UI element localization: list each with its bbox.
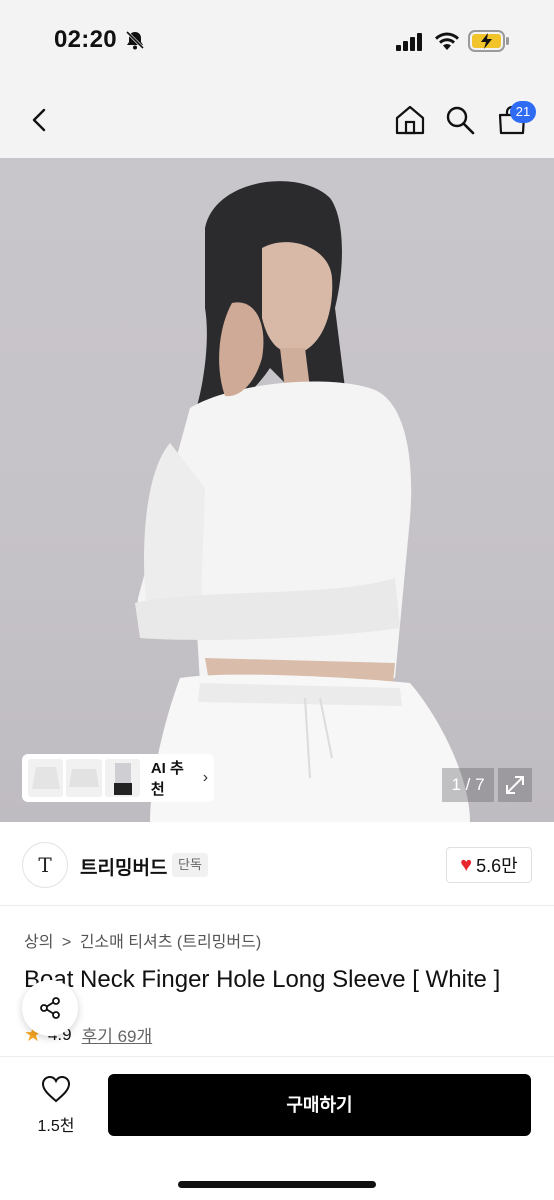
bell-slash-icon — [125, 30, 145, 50]
brand-like-button[interactable]: ♥ 5.6만 — [446, 847, 532, 883]
breadcrumb-category[interactable]: 상의 — [24, 934, 53, 951]
review-count-link[interactable]: 후기 69개 — [82, 1022, 153, 1047]
status-time: 02:20 — [54, 26, 117, 53]
cart-count-badge: 21 — [510, 101, 536, 123]
recommend-thumbnail — [28, 759, 64, 797]
heart-outline-icon — [41, 1075, 71, 1103]
bottom-action-bar: 1.5천 구매하기 — [0, 1056, 554, 1200]
recommend-thumbnail — [66, 759, 102, 797]
home-icon[interactable] — [394, 104, 426, 136]
battery-charging-icon — [468, 30, 509, 52]
recommend-thumbnail — [104, 759, 140, 797]
wifi-icon — [435, 32, 459, 50]
brand-like-count: 5.6만 — [476, 856, 518, 876]
share-icon — [40, 997, 60, 1019]
wishlist-count: 1.5천 — [37, 1118, 75, 1135]
heart-filled-icon: ♥ — [460, 853, 473, 876]
image-page-indicator: 1 / 7 — [442, 768, 494, 802]
brand-row: T 트리밍버드 단독 ♥ 5.6만 — [0, 822, 554, 906]
exclusive-badge: 단독 — [172, 853, 208, 877]
share-button[interactable] — [22, 980, 78, 1036]
wishlist-button[interactable]: 1.5천 — [26, 1075, 86, 1135]
ai-recommendation-button[interactable]: AI 추천 › — [22, 754, 214, 802]
breadcrumb-subcategory[interactable]: 긴소매 티셔츠 (트리밍버드) — [80, 934, 261, 951]
top-navigation-bar: 21 — [0, 84, 554, 158]
expand-arrows-icon — [506, 776, 524, 794]
ai-recommend-label: AI 추천 — [150, 760, 184, 798]
fullscreen-button[interactable] — [498, 768, 532, 802]
breadcrumb: 상의 > 긴소매 티셔츠 (트리밍버드) — [24, 928, 265, 952]
cellular-signal-icon — [396, 33, 422, 51]
product-image-gallery[interactable]: AI 추천 › 1 / 7 — [0, 158, 554, 822]
breadcrumb-separator: > — [61, 934, 72, 951]
buy-button[interactable]: 구매하기 — [108, 1074, 531, 1136]
search-icon[interactable] — [444, 104, 476, 136]
chevron-right-icon: › — [202, 769, 209, 786]
home-indicator — [178, 1181, 376, 1188]
brand-logo[interactable]: T — [22, 842, 68, 888]
status-bar: 02:20 — [0, 0, 554, 84]
chevron-left-icon[interactable] — [26, 106, 54, 134]
product-photo — [135, 181, 470, 822]
product-title: Boat Neck Finger Hole Long Sleeve [ Whit… — [24, 966, 501, 993]
brand-name[interactable]: 트리밍버드 — [80, 853, 167, 880]
